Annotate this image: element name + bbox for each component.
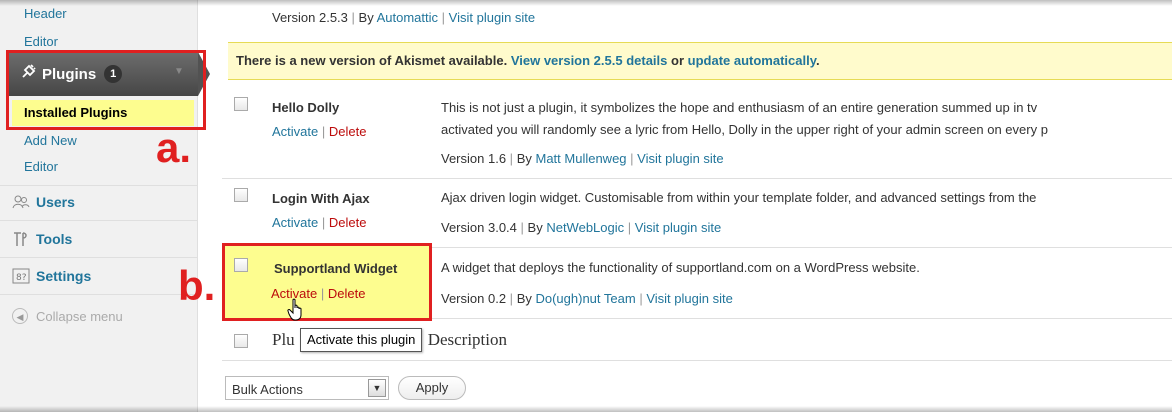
sidebar-header-link[interactable]: Header	[24, 6, 67, 21]
plugin-author-link[interactable]: NetWebLogic	[546, 220, 624, 235]
plugin-meta: Version 0.2 | By Do(ugh)nut Team | Visit…	[441, 291, 733, 306]
settings-icon: 8?	[12, 267, 30, 285]
plugin-site-link[interactable]: Visit plugin site	[637, 151, 723, 166]
chevron-down-icon[interactable]: ▼	[368, 379, 386, 397]
apply-button[interactable]: Apply	[398, 376, 466, 400]
activate-tooltip: Activate this plugin	[300, 328, 423, 352]
collapse-menu-label: Collapse menu	[36, 308, 123, 324]
plugin-author-link[interactable]: Matt Mullenweg	[535, 151, 626, 166]
sidebar-divider	[0, 220, 197, 221]
collapse-menu[interactable]: ◀ Collapse menu	[12, 308, 123, 324]
plugin-actions: Activate | Delete	[272, 215, 367, 230]
users-icon	[12, 193, 30, 211]
notice-message: There is a new version of Akismet availa…	[236, 53, 508, 68]
top-shadow	[0, 0, 1172, 6]
sidebar-divider	[0, 257, 197, 258]
collapse-arrow-icon: ◀	[12, 308, 28, 324]
sidebar-tools-label: Tools	[36, 231, 73, 247]
activate-link[interactable]: Activate	[272, 215, 318, 230]
plugin-checkbox[interactable]	[234, 97, 248, 111]
plugin-site-link[interactable]: Visit plugin site	[635, 220, 721, 235]
sidebar-item-settings[interactable]: 8? Settings	[12, 261, 91, 291]
akismet-meta: Version 2.5.3 | By Automattic | Visit pl…	[272, 10, 536, 25]
bottom-shadow	[0, 406, 1172, 412]
view-details-link[interactable]: View version 2.5.5 details	[511, 53, 668, 68]
plugin-by: By	[516, 151, 532, 166]
sidebar-divider	[0, 294, 197, 295]
delete-link[interactable]: Delete	[329, 124, 367, 139]
plugin-description: A widget that deploys the functionality …	[441, 260, 920, 275]
sidebar-settings-label: Settings	[36, 268, 92, 284]
sidebar-editor-link-top[interactable]: Editor	[24, 34, 58, 49]
plugin-by: By	[527, 220, 543, 235]
sidebar-divider	[0, 185, 197, 186]
plugin-name: Login With Ajax	[272, 191, 370, 206]
row-divider	[222, 178, 1172, 179]
hand-cursor-icon	[287, 298, 302, 321]
bulk-actions-value: Bulk Actions	[232, 382, 303, 397]
update-automatically-link[interactable]: update automatically	[688, 53, 816, 68]
update-notice: There is a new version of Akismet availa…	[228, 42, 1172, 80]
akismet-by: By	[358, 10, 374, 25]
footer-description-col[interactable]: Description	[428, 330, 507, 349]
update-notice-text: There is a new version of Akismet availa…	[236, 53, 820, 68]
plugin-by: By	[516, 291, 532, 306]
sidebar-users-label: Users	[36, 194, 75, 210]
plugin-version: Version 0.2	[441, 291, 507, 306]
plugin-version: Version 1.6	[441, 151, 507, 166]
annotation-box-a	[6, 50, 206, 130]
plugin-description: Ajax driven login widget. Customisable f…	[441, 190, 1037, 205]
sidebar-item-editor[interactable]: Editor	[24, 159, 58, 174]
svg-text:8?: 8?	[16, 273, 27, 283]
plugin-description-line2: activated you will randomly see a lyric …	[441, 122, 1048, 137]
row-divider	[222, 360, 1172, 361]
select-all-checkbox[interactable]	[234, 334, 248, 348]
plugin-meta: Version 1.6 | By Matt Mullenweg | Visit …	[441, 151, 724, 166]
annotation-label-b: b.	[178, 262, 216, 309]
delete-link[interactable]: Delete	[329, 215, 367, 230]
akismet-version: Version 2.5.3	[272, 10, 348, 25]
plugin-site-link[interactable]: Visit plugin site	[646, 291, 732, 306]
sidebar-item-add-new[interactable]: Add New	[24, 133, 77, 148]
screenshot-frame: Header Editor Plugins 1 ▼ Installed Plug…	[0, 0, 1172, 412]
bulk-actions-select[interactable]: Bulk Actions ▼	[225, 376, 389, 400]
activate-link[interactable]: Activate	[272, 124, 318, 139]
plugin-description: This is not just a plugin, it symbolizes…	[441, 100, 1038, 115]
annotation-label-a: a.	[156, 124, 192, 171]
akismet-site-link[interactable]: Visit plugin site	[449, 10, 535, 25]
sidebar-item-users[interactable]: Users	[12, 187, 75, 217]
annotation-box-b	[222, 243, 432, 321]
sidebar-item-tools[interactable]: Tools	[12, 224, 72, 254]
tools-icon	[12, 230, 30, 248]
notice-or: or	[671, 53, 685, 68]
plugin-meta: Version 3.0.4 | By NetWebLogic | Visit p…	[441, 220, 722, 235]
akismet-author-link[interactable]: Automattic	[377, 10, 438, 25]
plugin-checkbox[interactable]	[234, 188, 248, 202]
footer-plugin-col[interactable]: Plu	[272, 330, 295, 349]
plugin-version: Version 3.0.4	[441, 220, 517, 235]
plugin-actions: Activate | Delete	[272, 124, 367, 139]
plugin-author-link[interactable]: Do(ugh)nut Team	[535, 291, 635, 306]
plugin-name: Hello Dolly	[272, 100, 340, 115]
